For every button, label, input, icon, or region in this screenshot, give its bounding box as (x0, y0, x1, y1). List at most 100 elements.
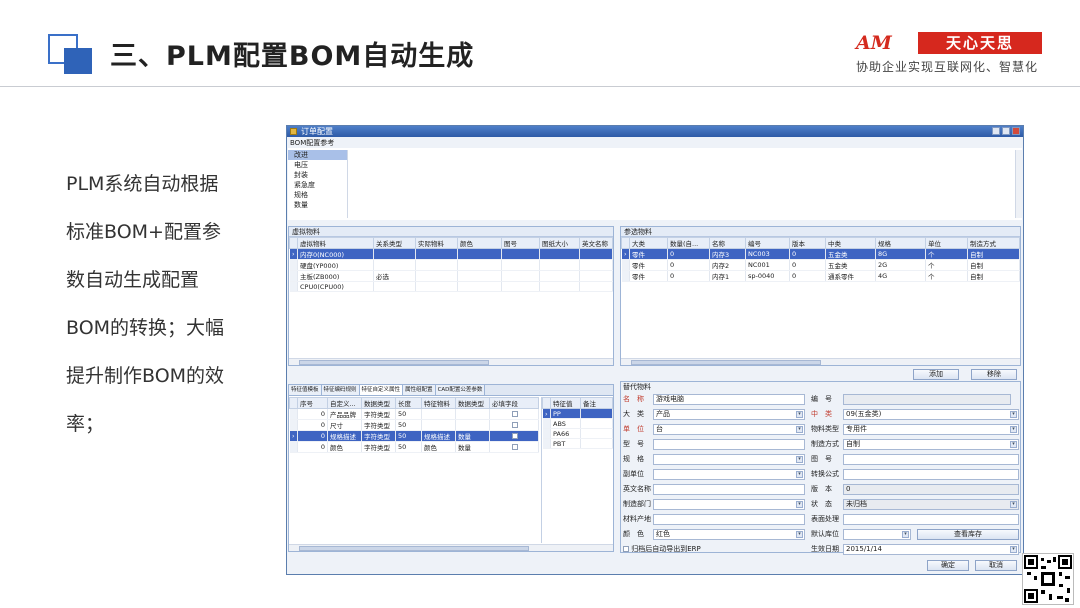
mid-category-select[interactable]: 09(五金类) ▾ (843, 409, 1019, 420)
sub-unit-select[interactable]: ▾ (653, 469, 805, 480)
column-header[interactable]: 制造方式 (967, 237, 1020, 249)
tab-feature-template[interactable]: 特征值模板 (289, 385, 322, 395)
table-row[interactable]: › PP (542, 408, 613, 419)
view-stock-button[interactable]: 查看库存 (917, 529, 1019, 540)
required-checkbox[interactable] (512, 433, 518, 439)
minimize-icon[interactable] (992, 127, 1000, 135)
table-row[interactable]: 0 尺寸 字符类型 50 (289, 419, 539, 431)
ok-button[interactable]: 确定 (927, 560, 969, 571)
chevron-down-icon[interactable]: ▾ (1010, 426, 1017, 433)
maximize-icon[interactable] (1002, 127, 1010, 135)
column-header[interactable]: 图号 (501, 237, 540, 249)
required-checkbox[interactable] (512, 411, 518, 417)
bom-ref-item[interactable]: 紧急度 (288, 180, 347, 190)
ref-material-scrollbar[interactable] (621, 358, 1020, 365)
table-row[interactable]: 零件 0 内存1 sp-0040 0 通系零件 4G 个 自制 (621, 270, 1020, 282)
column-header[interactable]: 图纸大小 (539, 237, 580, 249)
column-header[interactable]: 颜色 (457, 237, 502, 249)
add-button[interactable]: 添加 (913, 369, 959, 380)
bom-ref-scrollbar[interactable] (1015, 150, 1022, 218)
chevron-down-icon[interactable]: ▾ (1010, 411, 1017, 418)
chevron-down-icon[interactable]: ▾ (796, 411, 803, 418)
chevron-down-icon[interactable]: ▾ (1010, 501, 1017, 508)
bom-ref-item[interactable]: 电压 (288, 160, 347, 170)
table-row[interactable]: 主板(ZB000) 必选 (289, 270, 613, 282)
table-row[interactable]: 零件 0 内存2 NC001 0 五金类 2G 个 自制 (621, 259, 1020, 271)
table-row[interactable]: CPU0(CPU00) (289, 281, 613, 292)
chevron-down-icon[interactable]: ▾ (796, 501, 803, 508)
close-icon[interactable] (1012, 127, 1020, 135)
table-row[interactable]: PBT (542, 438, 613, 449)
chevron-down-icon[interactable]: ▾ (1010, 546, 1017, 553)
location-select[interactable]: ▾ (843, 529, 911, 540)
required-checkbox[interactable] (512, 444, 518, 450)
remove-button[interactable]: 移除 (971, 369, 1017, 380)
column-header[interactable]: 特征值 (550, 397, 581, 409)
column-header[interactable]: 单位 (925, 237, 968, 249)
bom-ref-item[interactable]: 数量 (288, 200, 347, 210)
chevron-down-icon[interactable]: ▾ (796, 471, 803, 478)
column-header[interactable]: 序号 (297, 397, 328, 409)
column-header[interactable]: 实际物料 (415, 237, 458, 249)
formula-field[interactable] (843, 469, 1019, 480)
name-field[interactable]: 游戏电脑 (653, 394, 805, 405)
column-header[interactable]: 关系类型 (373, 237, 416, 249)
column-header[interactable]: 长度 (395, 397, 422, 409)
column-header[interactable]: 规格 (875, 237, 926, 249)
dept-select[interactable]: ▾ (653, 499, 805, 510)
chevron-down-icon[interactable]: ▾ (796, 456, 803, 463)
column-header[interactable]: 数量(自... (667, 237, 710, 249)
drawing-no-field[interactable] (843, 454, 1019, 465)
chevron-down-icon[interactable]: ▾ (796, 426, 803, 433)
status-select[interactable]: 未归档 ▾ (843, 499, 1019, 510)
column-header[interactable]: 编号 (745, 237, 790, 249)
tab-custom-attribute[interactable]: 特征自定义属性 (359, 385, 404, 395)
export-erp-checkbox[interactable] (623, 546, 629, 552)
column-header[interactable]: 名称 (709, 237, 746, 249)
unit-select[interactable]: 台 ▾ (653, 424, 805, 435)
table-row[interactable]: 0 颜色 字符类型 50 颜色 数量 (289, 441, 539, 453)
column-header[interactable]: 虚拟物料 (297, 237, 374, 249)
column-header[interactable]: 特征物料 (421, 397, 456, 409)
table-row[interactable]: ABS (542, 418, 613, 429)
bom-ref-item[interactable]: 改进 (288, 150, 347, 160)
surface-field[interactable] (843, 514, 1019, 525)
bom-ref-item[interactable]: 封装 (288, 170, 347, 180)
tab-feature-code-rule[interactable]: 特征编码规则 (321, 385, 360, 395)
column-header[interactable]: 备注 (580, 397, 613, 409)
column-header[interactable]: 自定义... (327, 397, 362, 409)
column-header[interactable]: 英文名称 (579, 237, 613, 249)
column-header[interactable]: 数据类型 (455, 397, 490, 409)
table-row[interactable]: PA66 (542, 428, 613, 439)
attribute-scrollbar[interactable] (289, 544, 613, 551)
required-checkbox[interactable] (512, 422, 518, 428)
chevron-down-icon[interactable]: ▾ (796, 531, 803, 538)
tab-cad-config[interactable]: CAD配置公差参数 (435, 385, 486, 395)
bom-ref-item[interactable]: 规格 (288, 190, 347, 200)
code-field[interactable] (843, 394, 1011, 405)
version-field[interactable]: 0 (843, 484, 1019, 495)
column-header[interactable]: 大类 (629, 237, 668, 249)
column-header[interactable]: 数据类型 (361, 397, 396, 409)
material-type-select[interactable]: 专用件 ▾ (843, 424, 1019, 435)
column-header[interactable]: 中类 (825, 237, 876, 249)
column-header[interactable]: 版本 (789, 237, 826, 249)
table-row[interactable]: › 零件 0 内存3 NC003 0 五金类 8G 个 自制 (621, 248, 1020, 260)
cancel-button[interactable]: 取消 (975, 560, 1017, 571)
origin-field[interactable] (653, 514, 805, 525)
english-name-field[interactable] (653, 484, 805, 495)
model-field[interactable] (653, 439, 805, 450)
effective-date-picker[interactable]: 2015/1/14 ▾ (843, 544, 1019, 555)
tab-attribute-group[interactable]: 属性组配置 (403, 385, 436, 395)
table-row[interactable]: › 0 规格描述 字符类型 50 规格描述 数量 (289, 430, 539, 442)
chevron-down-icon[interactable]: ▾ (902, 531, 909, 538)
table-row[interactable]: 0 产品品牌 字符类型 50 (289, 408, 539, 420)
spec-field[interactable]: ▾ (653, 454, 805, 465)
color-select[interactable]: 红色 ▾ (653, 529, 805, 540)
column-header[interactable]: 必填字段 (489, 397, 539, 409)
big-category-select[interactable]: 产品 ▾ (653, 409, 805, 420)
table-row[interactable]: 硬盘(YP000) (289, 259, 613, 271)
table-row[interactable]: › 内存0(NC000) (289, 248, 613, 260)
chevron-down-icon[interactable]: ▾ (1010, 441, 1017, 448)
virtual-material-scrollbar[interactable] (289, 358, 613, 365)
